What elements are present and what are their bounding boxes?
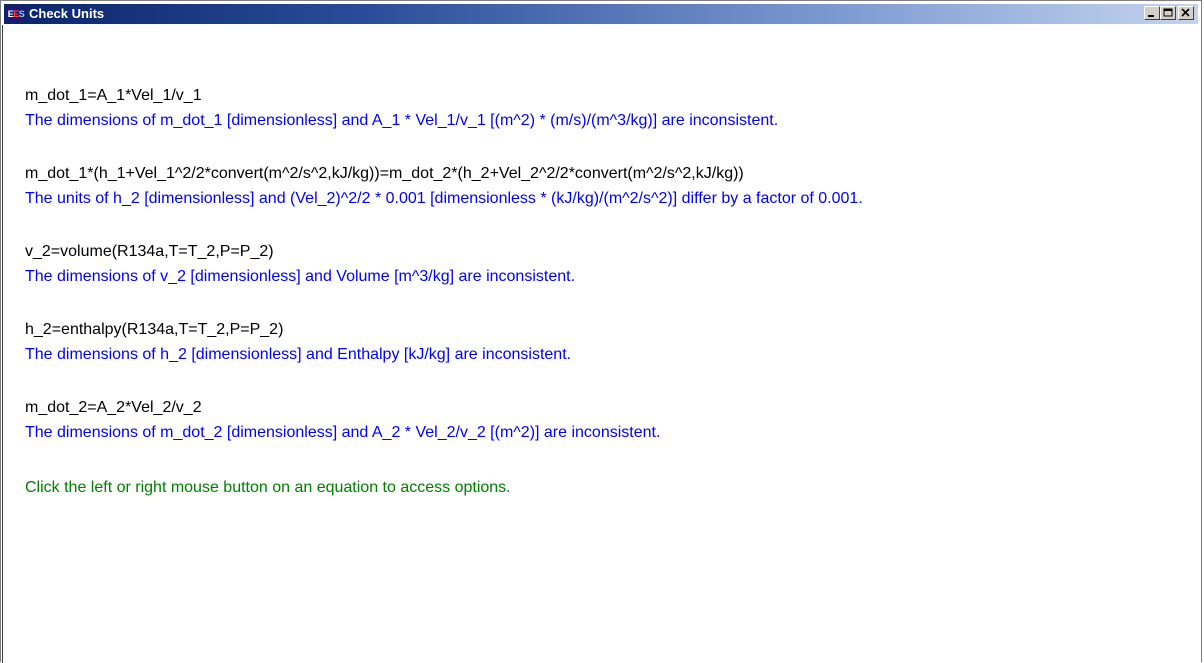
units-message-5: The dimensions of m_dot_2 [dimensionless… — [25, 424, 661, 441]
equation-line-4[interactable]: h_2=enthalpy(R134a,T=T_2,P=P_2) — [25, 318, 283, 342]
minimize-button[interactable] — [1144, 6, 1160, 20]
check-units-window: EES Check Units m_dot_1=A_1*Vel_1/v_1 Th… — [0, 0, 1202, 663]
units-message-3: The dimensions of v_2 [dimensionless] an… — [25, 268, 576, 285]
window-title: Check Units — [29, 6, 105, 21]
units-message-2: The units of h_2 [dimensionless] and (Ve… — [25, 190, 863, 207]
title-bar[interactable]: EES Check Units — [4, 4, 1198, 24]
check-units-results[interactable]: m_dot_1=A_1*Vel_1/v_1 The dimensions of … — [2, 25, 1200, 663]
equation-line-2[interactable]: m_dot_1*(h_1+Vel_1^2/2*convert(m^2/s^2,k… — [25, 162, 744, 186]
close-button[interactable] — [1178, 6, 1194, 20]
close-icon — [1181, 8, 1190, 17]
usage-hint: Click the left or right mouse button on … — [25, 479, 511, 496]
equation-line-5[interactable]: m_dot_2=A_2*Vel_2/v_2 — [25, 396, 202, 420]
equation-line-1[interactable]: m_dot_1=A_1*Vel_1/v_1 — [25, 84, 202, 108]
maximize-icon — [1163, 8, 1173, 17]
minimize-icon — [1148, 15, 1154, 17]
equation-line-3[interactable]: v_2=volume(R134a,T=T_2,P=P_2) — [25, 240, 274, 264]
units-message-4: The dimensions of h_2 [dimensionless] an… — [25, 346, 572, 363]
ees-app-icon[interactable]: EES — [6, 6, 26, 22]
units-message-1: The dimensions of m_dot_1 [dimensionless… — [25, 112, 779, 129]
maximize-button[interactable] — [1160, 6, 1176, 20]
